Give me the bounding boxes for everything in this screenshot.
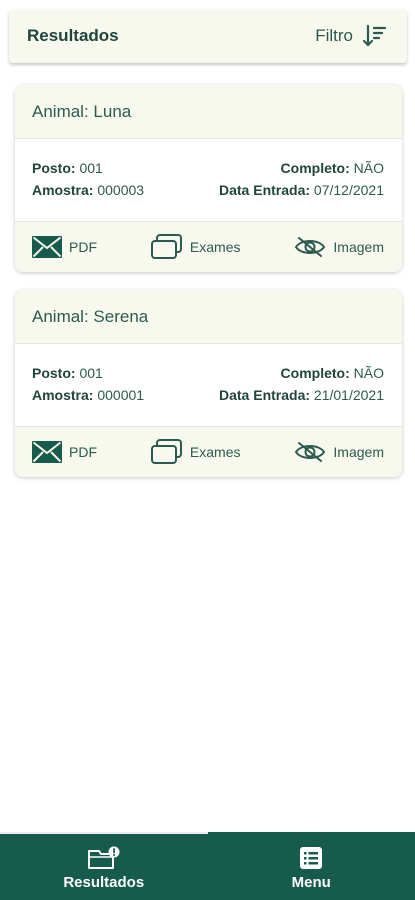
- app-header: Resultados Filtro: [9, 9, 407, 63]
- nav-item-resultados[interactable]: Resultados: [0, 832, 208, 900]
- data-entrada-field: Data Entrada: 07/12/2021: [219, 182, 384, 198]
- eye-off-icon: [295, 442, 326, 462]
- filter-label: Filtro: [315, 26, 353, 45]
- envelope-icon: [32, 236, 62, 258]
- active-tab-indicator: [0, 832, 208, 834]
- imagem-button[interactable]: Imagem: [294, 236, 384, 258]
- nav-item-menu[interactable]: Menu: [208, 832, 415, 900]
- sort-filter-icon: [362, 24, 387, 47]
- pdf-button[interactable]: PDF: [32, 236, 97, 258]
- copy-cards-icon: [150, 234, 182, 259]
- completo-field: Completo: NÃO: [280, 160, 384, 176]
- card-animal-name: Animal: Serena: [15, 290, 402, 344]
- card-actions: PDF Exames Imagem: [15, 427, 402, 477]
- envelope-icon: [32, 441, 62, 463]
- nav-label-menu: Menu: [291, 873, 331, 891]
- completo-field: Completo: NÃO: [280, 365, 384, 381]
- card-details: Posto: 001 Completo: NÃO Amostra: 000001…: [15, 344, 402, 427]
- amostra-field: Amostra: 000003: [32, 182, 145, 198]
- card-actions: PDF Exames Imagem: [15, 222, 402, 272]
- result-card: Animal: Serena Posto: 001 Completo: NÃO …: [15, 290, 402, 477]
- amostra-field: Amostra: 000001: [32, 387, 145, 403]
- exames-button[interactable]: Exames: [150, 439, 241, 465]
- nav-label-resultados: Resultados: [63, 873, 145, 891]
- filter-button[interactable]: Filtro: [315, 23, 387, 49]
- results-icon: [87, 846, 120, 869]
- card-details: Posto: 001 Completo: NÃO Amostra: 000003…: [15, 139, 402, 222]
- exames-button[interactable]: Exames: [150, 234, 241, 260]
- result-card: Animal: Luna Posto: 001 Completo: NÃO Am…: [15, 85, 402, 272]
- data-entrada-field: Data Entrada: 21/01/2021: [219, 387, 384, 403]
- pdf-button[interactable]: PDF: [32, 441, 97, 463]
- card-animal-name: Animal: Luna: [15, 85, 402, 139]
- eye-off-icon: [295, 237, 326, 257]
- menu-list-icon: [300, 846, 323, 869]
- posto-field: Posto: 001: [32, 365, 103, 381]
- page-title: Resultados: [27, 26, 119, 45]
- posto-field: Posto: 001: [32, 160, 103, 176]
- imagem-button[interactable]: Imagem: [294, 441, 384, 463]
- bottom-navigation: Resultados Menu: [0, 832, 415, 900]
- copy-cards-icon: [150, 439, 182, 464]
